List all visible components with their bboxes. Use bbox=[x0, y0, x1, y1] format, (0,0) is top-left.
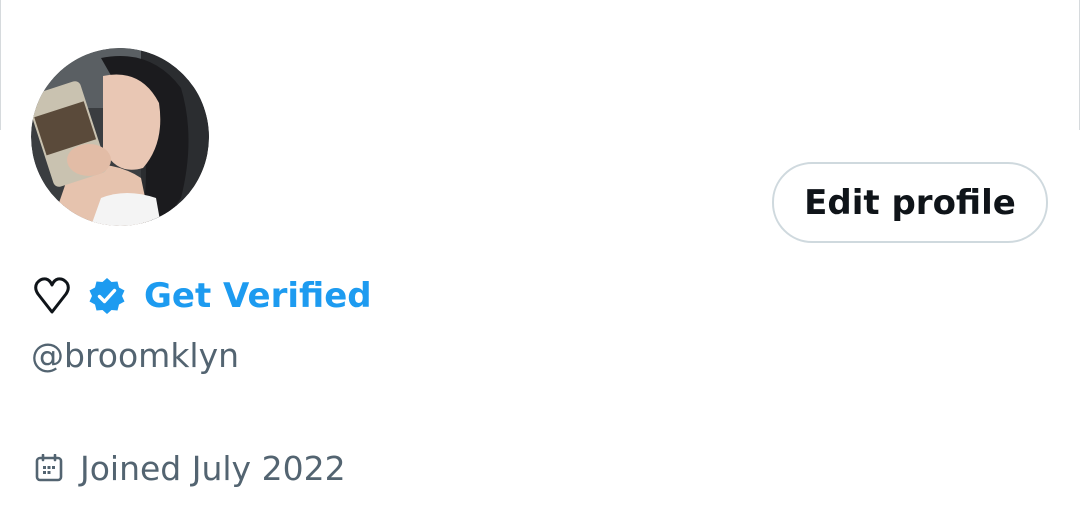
verified-badge-icon[interactable] bbox=[86, 275, 128, 317]
calendar-icon bbox=[34, 453, 64, 483]
heart-outline-icon bbox=[32, 275, 72, 317]
avatar-photo bbox=[31, 48, 209, 226]
display-name-row: Get Verified bbox=[32, 272, 372, 320]
profile-handle: @broomklyn bbox=[31, 336, 240, 375]
edit-profile-label: Edit profile bbox=[804, 182, 1016, 223]
edit-profile-button[interactable]: Edit profile bbox=[772, 162, 1048, 243]
get-verified-link[interactable]: Get Verified bbox=[144, 276, 372, 316]
avatar[interactable] bbox=[31, 48, 209, 226]
joined-date-text: Joined July 2022 bbox=[80, 448, 346, 488]
joined-date-row: Joined July 2022 bbox=[34, 446, 346, 490]
